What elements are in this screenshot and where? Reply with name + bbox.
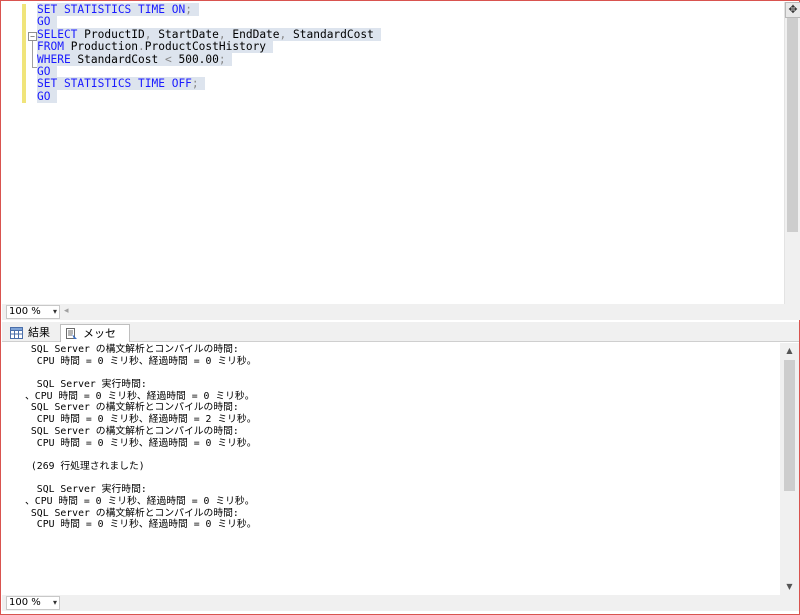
code-line[interactable]: SET STATISTICS TIME ON; <box>37 3 381 16</box>
message-icon <box>66 328 77 339</box>
code-token: GO <box>37 89 51 103</box>
message-line: 、CPU 時間 = 0 ミリ秒、経過時間 = 0 ミリ秒。 <box>25 390 255 402</box>
message-line: SQL Server の構文解析とコンパイルの時間: <box>25 344 245 355</box>
selected-code: FROM Production.ProductCostHistory <box>37 40 273 54</box>
code-text[interactable]: SET STATISTICS TIME ON; GO SELECT Produc… <box>37 3 381 103</box>
message-line <box>25 449 257 461</box>
code-token: StandardCost <box>286 27 374 41</box>
code-token: GO <box>37 64 51 78</box>
code-token: 500.00 <box>171 52 219 66</box>
code-token: ; <box>185 3 192 16</box>
editor-zoom-bar: 100 % ▾ ◂ <box>2 304 784 320</box>
scroll-down-icon[interactable]: ▼ <box>780 579 799 595</box>
sql-editor[interactable]: − SET STATISTICS TIME ON; GO SELECT Prod… <box>2 2 784 304</box>
message-line: CPU 時間 = 0 ミリ秒、経過時間 = 0 ミリ秒。 <box>25 437 257 449</box>
code-token: SET STATISTICS TIME OFF <box>37 77 192 91</box>
scrollbar-corner <box>784 304 800 320</box>
code-token: ; <box>218 52 226 66</box>
code-token: SET STATISTICS TIME ON <box>37 3 186 16</box>
scroll-up-icon[interactable]: ▲ <box>780 343 799 359</box>
code-token: StandardCost <box>70 52 165 66</box>
editor-zoom-value: 100 % <box>9 306 41 317</box>
selected-code: GO <box>37 64 58 78</box>
code-token: , <box>144 27 152 41</box>
messages-zoom-value: 100 % <box>9 597 41 608</box>
code-token: , <box>218 27 226 41</box>
code-token: ; <box>191 77 199 91</box>
scroll-left-icon[interactable]: ◂ <box>64 306 69 316</box>
message-line: (269 行処理されました) <box>25 460 145 472</box>
scrollbar-corner-bottom <box>780 595 799 611</box>
message-line: SQL Server 実行時間: <box>25 379 147 391</box>
message-line: CPU 時間 = 0 ミリ秒、経過時間 = 0 ミリ秒。 <box>25 355 257 367</box>
code-line[interactable]: WHERE StandardCost < 500.00; <box>37 52 381 66</box>
code-token: ProductCostHistory <box>144 40 267 54</box>
editor-gutter <box>2 2 22 304</box>
tab-results-label: 結果 <box>28 326 50 339</box>
collapse-icon[interactable]: − <box>28 32 37 41</box>
message-line: CPU 時間 = 0 ミリ秒、経過時間 = 2 ミリ秒。 <box>25 414 257 426</box>
code-token: StartDate <box>151 27 219 41</box>
fold-guide <box>32 41 33 67</box>
message-line: SQL Server 実行時間: <box>25 484 147 496</box>
message-line <box>25 367 257 379</box>
code-token: Production <box>63 40 139 54</box>
message-line: SQL Server の構文解析とコンパイルの時間: <box>25 425 245 437</box>
grid-icon <box>10 327 23 339</box>
code-token: GO <box>37 15 51 29</box>
tab-results[interactable]: 結果 <box>6 324 58 342</box>
code-token: < <box>164 52 172 66</box>
results-tab-strip: 結果 メッセージ <box>2 322 799 357</box>
chevron-down-icon: ▾ <box>52 598 57 607</box>
chevron-down-icon: ▾ <box>52 307 57 316</box>
code-line[interactable]: GO <box>37 89 381 103</box>
editor-vertical-scrollbar[interactable]: ✥ <box>784 2 800 304</box>
message-line: SQL Server の構文解析とコンパイルの時間: <box>25 507 245 519</box>
messages-scroll-thumb[interactable] <box>784 360 795 491</box>
split-icon[interactable]: ✥ <box>785 2 800 18</box>
code-line[interactable]: SET STATISTICS TIME OFF; <box>37 77 381 91</box>
selected-code: SELECT ProductID, StartDate, EndDate, St… <box>37 27 381 41</box>
messages-vertical-scrollbar[interactable]: ▲ ▼ <box>780 343 799 595</box>
messages-text: SQL Server の構文解析とコンパイルの時間: CPU 時間 = 0 ミリ… <box>25 344 257 531</box>
change-tracking-bar <box>22 4 26 103</box>
message-line: SQL Server の構文解析とコンパイルの時間: <box>25 402 245 414</box>
message-line: CPU 時間 = 0 ミリ秒、経過時間 = 0 ミリ秒。 <box>25 519 257 531</box>
editor-zoom-select[interactable]: 100 % ▾ <box>6 305 60 319</box>
messages-zoom-bar: 100 % ▾ <box>2 595 780 611</box>
code-token: FROM <box>37 40 64 54</box>
code-token: WHERE <box>37 52 71 66</box>
code-token: . <box>138 40 145 54</box>
messages-zoom-select[interactable]: 100 % ▾ <box>6 596 60 610</box>
selected-code: SET STATISTICS TIME OFF; <box>37 77 206 91</box>
tab-messages[interactable]: メッセージ <box>60 324 130 357</box>
message-line: 、CPU 時間 = 0 ミリ秒、経過時間 = 0 ミリ秒。 <box>25 495 255 507</box>
selected-code: WHERE StandardCost < 500.00; <box>37 52 233 66</box>
editor-scroll-thumb[interactable] <box>787 18 798 232</box>
code-token: SELECT <box>37 27 78 41</box>
query-window: − SET STATISTICS TIME ON; GO SELECT Prod… <box>0 0 800 615</box>
code-token: EndDate <box>225 27 280 41</box>
message-line <box>25 473 257 485</box>
messages-pane[interactable]: SQL Server の構文解析とコンパイルの時間: CPU 時間 = 0 ミリ… <box>2 343 780 595</box>
selected-code: SET STATISTICS TIME ON; <box>37 3 199 16</box>
selected-code: GO <box>37 15 58 29</box>
selected-code: GO <box>37 89 58 103</box>
code-token: ProductID <box>77 27 145 41</box>
